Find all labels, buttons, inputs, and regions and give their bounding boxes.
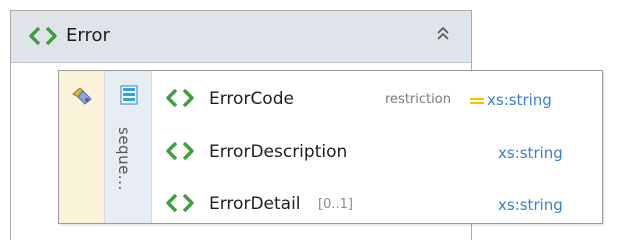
element-row-errordetail[interactable]: ErrorDetail [0..1] xs:string (152, 188, 602, 218)
restriction-label: restriction (385, 92, 451, 107)
element-type-link[interactable]: xs:string (487, 91, 552, 109)
element-brackets-icon (166, 141, 194, 161)
element-brackets-icon (29, 26, 57, 46)
double-chevron-up-icon[interactable] (433, 24, 453, 44)
compositor-icon[interactable] (70, 84, 94, 106)
sequence-icon (120, 85, 138, 105)
element-type-link[interactable]: xs:string (498, 196, 563, 214)
element-type-link[interactable]: xs:string (498, 144, 563, 162)
sequence-column[interactable]: seque... (105, 71, 152, 223)
element-row-errordescription[interactable]: ErrorDescription xs:string (152, 136, 602, 166)
element-name: ErrorCode (209, 89, 294, 109)
element-brackets-icon (166, 193, 194, 213)
element-brackets-icon (166, 88, 194, 108)
element-row-errorcode[interactable]: ErrorCode restriction xs:string (152, 83, 602, 113)
element-name: ErrorDescription (209, 142, 348, 162)
occurrence-label: [0..1] (318, 197, 353, 212)
complex-type-title: Error (66, 25, 110, 46)
element-name: ErrorDetail (209, 194, 301, 214)
sequence-label: seque... (115, 127, 133, 191)
compositor-column (59, 71, 105, 223)
sequence-model-group[interactable]: seque... ErrorCode restriction xs:string… (58, 70, 603, 224)
complex-type-header[interactable]: Error (11, 11, 471, 63)
restriction-marker-icon (470, 98, 484, 104)
